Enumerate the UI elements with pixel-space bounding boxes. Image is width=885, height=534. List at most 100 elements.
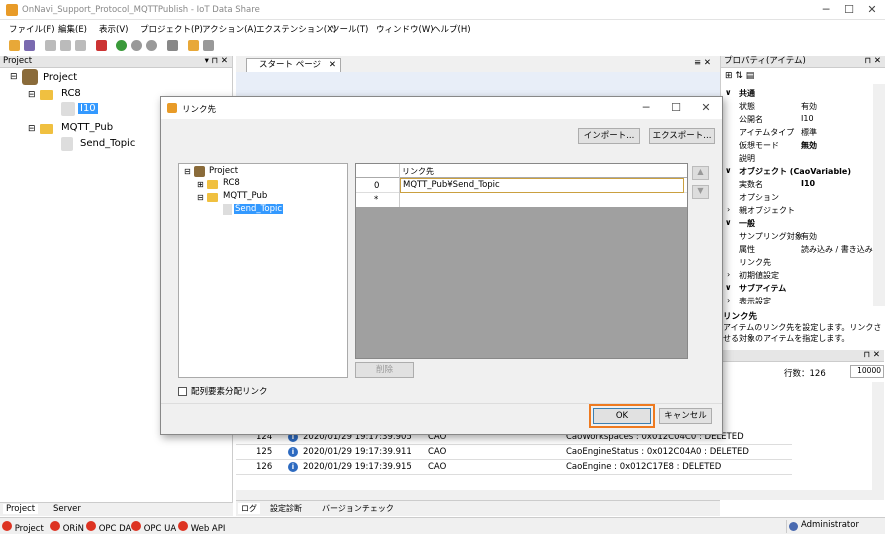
menu-edit[interactable]: 編集(E) <box>58 23 87 35</box>
copy-icon[interactable] <box>45 40 56 51</box>
minimize-button[interactable]: ─ <box>819 3 833 17</box>
status-user: Administrator <box>786 520 883 533</box>
window-title: OnNavi_Support_Protocol_MQTTPublish - Io… <box>22 5 260 15</box>
table-row[interactable]: 125 i 2020/01/29 19:17:39.911 CAO CaoEngineS… <box>236 445 792 460</box>
menu-tools[interactable]: ツール(T) <box>331 23 368 35</box>
pause-icon[interactable] <box>131 40 142 51</box>
tab-settings-diagnosis[interactable]: 設定診断 <box>270 503 302 514</box>
status-web-api: Web API <box>178 521 225 534</box>
move-up-button[interactable]: ▲ <box>692 166 709 180</box>
properties-header: プロパティ(アイテム) ⊓ ✕ <box>721 56 885 68</box>
start-page <box>236 72 720 97</box>
close-button[interactable]: ✕ <box>865 3 879 17</box>
properties-panel: プロパティ(アイテム) ⊓ ✕ ⊞ ⇅ ▤ ∨ 共通 状態 有効 公開名 I10 アイテ… <box>720 56 885 351</box>
maximize-button[interactable]: ☐ <box>842 3 856 17</box>
row-limit-input[interactable]: 10000 <box>850 365 884 378</box>
dialog-tree: ⊟ Project ⊞ RC8 ⊟ MQTT_Pub Send_Topic <box>178 163 348 378</box>
save-icon[interactable] <box>24 40 35 51</box>
menu-window[interactable]: ウィンドウ(W) <box>376 23 434 35</box>
project-panel-header: Project ▾ ⊓ ✕ <box>0 56 232 68</box>
sort-category-icon[interactable]: ⊞ ⇅ ▤ <box>725 71 754 81</box>
tree-i10[interactable]: I10 <box>78 103 98 114</box>
grid-row[interactable]: 0 MQTT_Pub¥Send_Topic <box>356 178 687 193</box>
menu-project[interactable]: プロジェクト(P) <box>140 23 203 35</box>
tab-version-check[interactable]: バージョンチェック <box>322 503 394 514</box>
dialog-titlebar: リンク先 ─ ☐ ✕ <box>161 97 722 119</box>
paste-icon[interactable] <box>60 40 71 51</box>
wand-icon[interactable] <box>188 40 199 51</box>
log-hscrollbar[interactable] <box>236 490 872 500</box>
array-distribute-label: 配列要素分配リンク <box>191 387 268 397</box>
link-dialog: リンク先 ─ ☐ ✕ インポート... エクスポート... ⊟ Project … <box>160 96 723 435</box>
export-button[interactable]: エクスポート... <box>649 128 715 144</box>
tree-send-topic[interactable]: Send_Topic <box>80 138 135 149</box>
array-distribute-checkbox[interactable] <box>178 387 187 396</box>
cut-icon[interactable] <box>75 40 86 51</box>
grid-header: リンク先 <box>402 167 434 176</box>
delete-icon[interactable] <box>96 40 107 51</box>
toolbar <box>0 37 885 56</box>
help-title: リンク先 <box>723 312 758 322</box>
title-bar: OnNavi_Support_Protocol_MQTTPublish - Io… <box>0 0 885 20</box>
tab-start-page[interactable]: スタート ページ ✕ <box>246 58 341 72</box>
tab-server[interactable]: Server <box>50 504 84 514</box>
monitor-icon[interactable] <box>167 40 178 51</box>
log-vscrollbar[interactable] <box>872 382 884 500</box>
properties-scrollbar[interactable] <box>873 84 885 306</box>
dialog-close-button[interactable]: ✕ <box>699 101 713 115</box>
link-grid: リンク先 0 MQTT_Pub¥Send_Topic * <box>355 163 688 359</box>
move-down-button[interactable]: ▼ <box>692 185 709 199</box>
settings-icon[interactable] <box>203 40 214 51</box>
folder-icon <box>207 180 218 189</box>
grid-new-row[interactable]: * <box>356 193 687 207</box>
delete-button[interactable]: 削除 <box>355 362 414 378</box>
open-icon[interactable] <box>9 40 20 51</box>
help-text: アイテムのリンク先を設定します。リンクさせる対象のアイテムを指定します。 <box>723 323 882 343</box>
user-icon <box>789 522 798 531</box>
topic-icon <box>61 137 73 151</box>
ok-button[interactable]: OK <box>593 408 651 424</box>
app-icon <box>6 4 18 16</box>
cancel-button[interactable]: キャンセル <box>659 408 712 424</box>
run-icon[interactable] <box>116 40 127 51</box>
status-orin: ORiN <box>50 521 84 534</box>
folder-icon <box>40 90 53 100</box>
stop-icon[interactable] <box>146 40 157 51</box>
link-value-cell[interactable]: MQTT_Pub¥Send_Topic <box>400 178 684 193</box>
menu-bar: ファイル(F) 編集(E) 表示(V) プロジェクト(P) アクション(A) エ… <box>0 20 885 37</box>
menu-action[interactable]: アクション(A) <box>202 23 257 35</box>
status-bar: Project ORiN OPC DA OPC UA Web API Admin… <box>0 517 885 534</box>
tab-project[interactable]: Project <box>3 504 39 514</box>
project-tabs: Project Server <box>0 502 233 516</box>
table-row[interactable]: 126 i 2020/01/29 19:17:39.915 CAO CaoEngine … <box>236 460 792 475</box>
folder-icon <box>207 193 218 202</box>
variable-icon <box>61 102 75 116</box>
log-tabs: ログ 設定診断 バージョンチェック <box>236 500 720 516</box>
status-opc-da: OPC DA <box>86 521 131 534</box>
status-project: Project <box>2 521 44 534</box>
info-icon: i <box>288 462 298 472</box>
tree-project[interactable]: Project <box>43 72 77 83</box>
status-opc-ua: OPC UA <box>131 521 176 534</box>
dialog-tree-rc8[interactable]: RC8 <box>223 178 240 188</box>
dialog-title: リンク先 <box>182 105 217 115</box>
tree-mqtt-pub[interactable]: MQTT_Pub <box>61 122 113 133</box>
dialog-minimize-button[interactable]: ─ <box>639 101 653 115</box>
menu-file[interactable]: ファイル(F) <box>9 23 55 35</box>
dialog-tree-mqtt-pub[interactable]: MQTT_Pub <box>223 191 267 201</box>
dialog-maximize-button[interactable]: ☐ <box>669 101 683 115</box>
dialog-tree-project[interactable]: Project <box>209 166 238 176</box>
project-icon <box>194 166 205 177</box>
tab-log[interactable]: ログ <box>238 503 260 514</box>
menu-view[interactable]: 表示(V) <box>99 23 128 35</box>
import-button[interactable]: インポート... <box>578 128 640 144</box>
dialog-tree-send-topic[interactable]: Send_Topic <box>234 204 284 214</box>
row-count: 行数：126 <box>784 369 826 379</box>
document-tabs: スタート ページ ✕ ≡ ✕ <box>236 56 720 72</box>
tree-rc8[interactable]: RC8 <box>61 88 81 99</box>
menu-extension[interactable]: エクステンション(X) <box>256 23 336 35</box>
folder-icon <box>40 124 53 134</box>
menu-help[interactable]: ヘルプ(H) <box>432 23 471 35</box>
tab-menu-icon[interactable]: ≡ ✕ <box>694 58 711 68</box>
topic-icon <box>223 204 232 215</box>
